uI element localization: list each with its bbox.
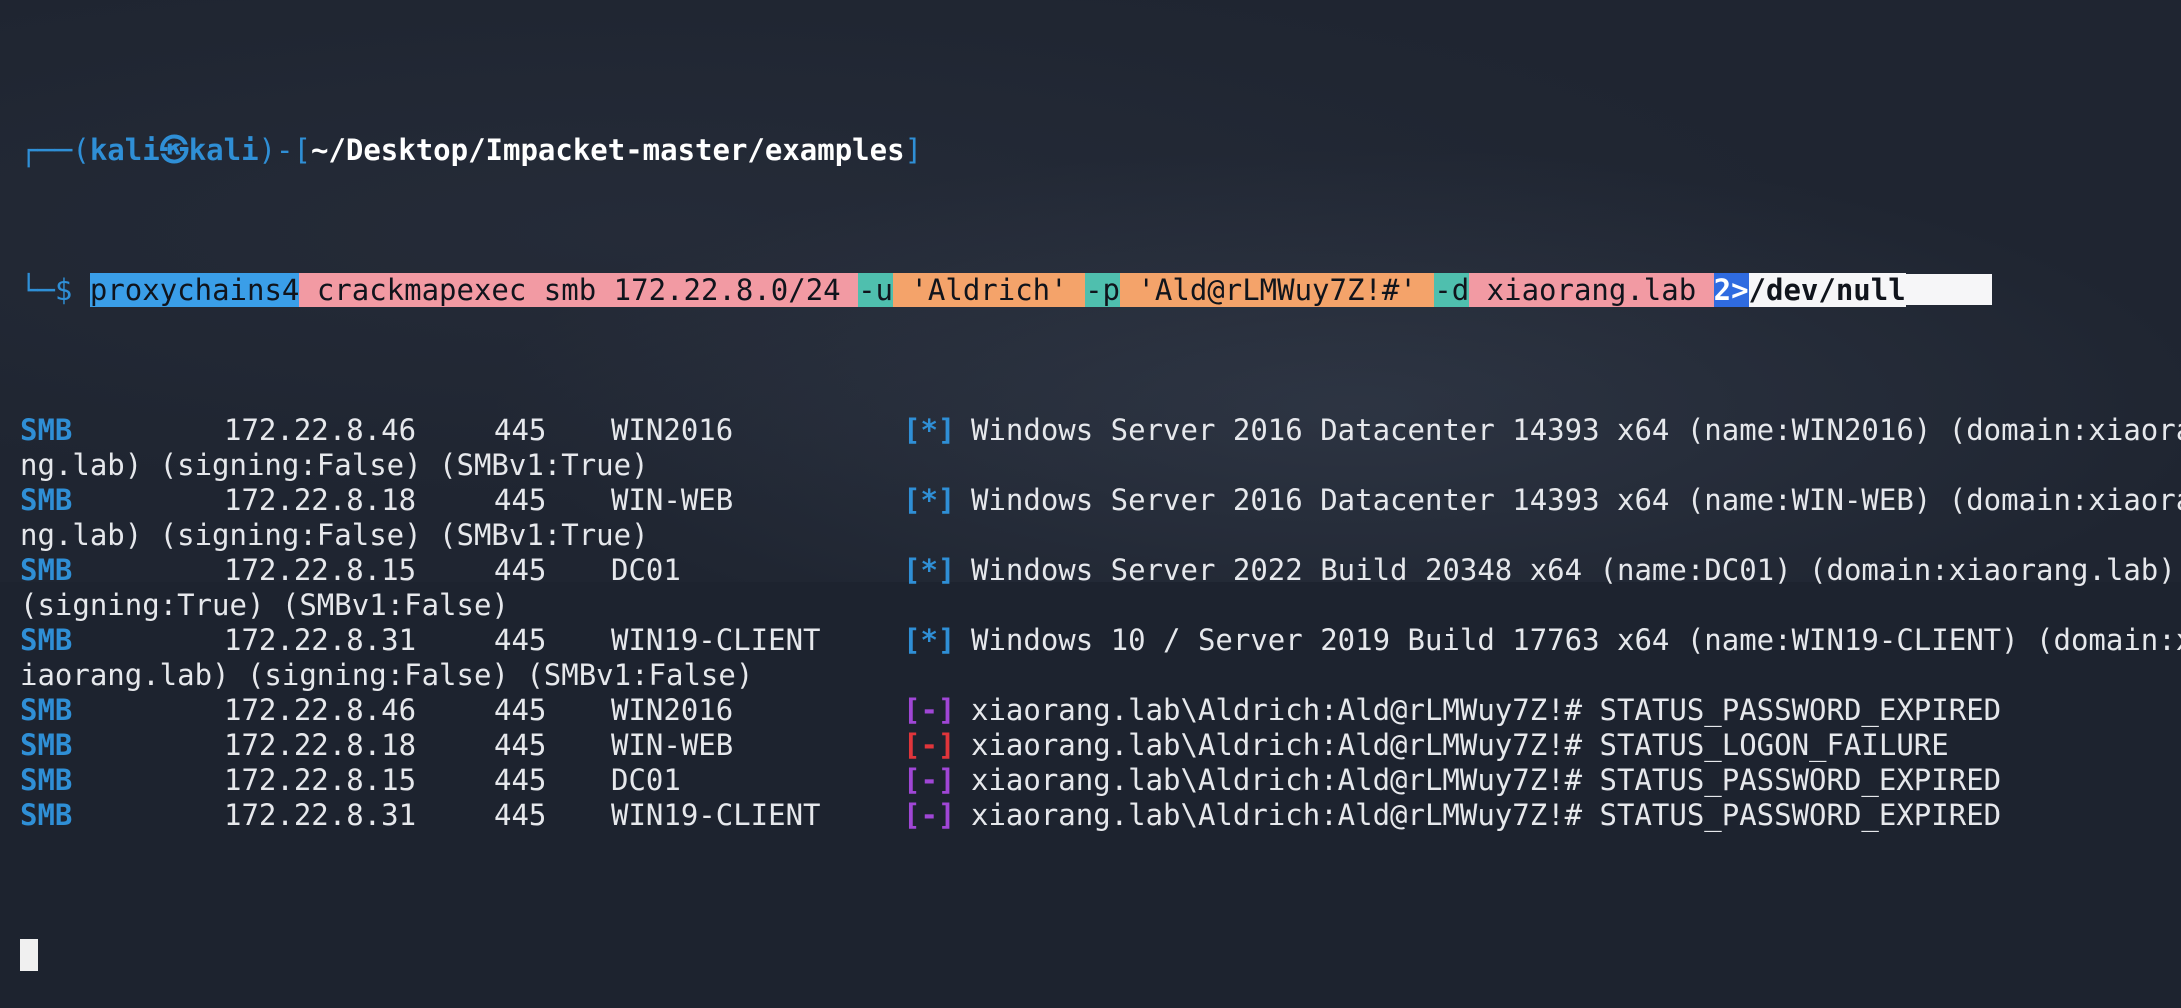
devnull-target: /dev/null	[1748, 273, 1906, 307]
prompt-frame-right: ]	[904, 133, 923, 167]
selection-highlight	[1905, 274, 1992, 305]
output-row: SMB 172.22.8.31 445 WIN19-CLIENT [-] xiaorang…	[20, 798, 2170, 833]
prompt-frame-mid: )-[	[258, 133, 311, 167]
ip-address: 172.22.8.15	[224, 763, 417, 797]
output-row: SMB 172.22.8.46 445 WIN2016 [-] xiaorang.lab\…	[20, 693, 2170, 728]
protocol-label: SMB	[20, 553, 73, 587]
user-value: 'Aldrich'	[893, 273, 1086, 307]
port-number: 445	[494, 553, 547, 587]
prompt-line-top: ┌──(kali㉿kali)-[~/Desktop/Impacket-maste…	[20, 133, 2170, 168]
status-tag: [*]	[903, 553, 956, 587]
protocol-label: SMB	[20, 483, 73, 517]
domain-value: xiaorang.lab	[1469, 273, 1714, 307]
prompt-frame-left: ┌──(	[20, 133, 90, 167]
port-number: 445	[494, 763, 547, 797]
cursor-line[interactable]	[20, 938, 2170, 973]
output-text-wrap: ng.lab) (signing:False) (SMBv1:True)	[20, 448, 649, 482]
hostname: WIN19-CLIENT	[611, 623, 821, 657]
ip-address: 172.22.8.31	[224, 623, 417, 657]
port-number: 445	[494, 728, 547, 762]
status-tag: [-]	[903, 728, 956, 762]
hostname: WIN-WEB	[611, 483, 734, 517]
protocol-label: SMB	[20, 623, 73, 657]
ip-address: 172.22.8.18	[224, 483, 417, 517]
output-text: xiaorang.lab\Aldrich:Ald@rLMWuy7Z!# STAT…	[971, 693, 2002, 727]
output-text-wrap: iaorang.lab) (signing:False) (SMBv1:Fals…	[20, 658, 754, 692]
terminal-cursor	[20, 939, 38, 971]
ip-address: 172.22.8.31	[224, 798, 417, 832]
protocol-label: SMB	[20, 413, 73, 447]
output-text: Windows 10 / Server 2019 Build 17763 x64…	[971, 623, 2181, 657]
command-args: crackmapexec smb 172.22.8.0/24	[299, 273, 859, 307]
hostname: WIN2016	[611, 413, 734, 447]
output-text: xiaorang.lab\Aldrich:Ald@rLMWuy7Z!# STAT…	[971, 798, 2002, 832]
flag-password: -p	[1085, 273, 1120, 307]
output-row: SMB 172.22.8.18 445 WIN-WEB [-] xiaorang.lab\…	[20, 728, 2170, 763]
output-row: SMB 172.22.8.31 445 WIN19-CLIENT [*] Windows …	[20, 623, 2181, 658]
status-tag: [*]	[903, 623, 956, 657]
hostname: DC01	[611, 553, 681, 587]
password-value: 'Ald@rLMWuy7Z!#'	[1119, 273, 1435, 307]
output-text-wrap: ng.lab) (signing:False) (SMBv1:True)	[20, 518, 649, 552]
prompt-at-icon: ㉿	[159, 133, 189, 167]
status-tag: [*]	[903, 413, 956, 447]
prompt-host: kali	[188, 133, 259, 167]
flag-user: -u	[858, 273, 893, 307]
status-tag: [-]	[903, 763, 956, 797]
status-tag: [*]	[903, 483, 956, 517]
port-number: 445	[494, 798, 547, 832]
output-row-wrap: (signing:True) (SMBv1:False)	[20, 588, 2170, 623]
output-text: xiaorang.lab\Aldrich:Ald@rLMWuy7Z!# STAT…	[971, 728, 1949, 762]
hostname: WIN19-CLIENT	[611, 798, 821, 832]
output-text: xiaorang.lab\Aldrich:Ald@rLMWuy7Z!# STAT…	[971, 763, 2002, 797]
command-line[interactable]: └─$ proxychains4 crackmapexec smb 172.22…	[20, 273, 2170, 308]
ip-address: 172.22.8.18	[224, 728, 417, 762]
ip-address: 172.22.8.46	[224, 693, 417, 727]
port-number: 445	[494, 413, 547, 447]
protocol-label: SMB	[20, 693, 73, 727]
output-row: SMB 172.22.8.46 445 WIN2016 [*] Windows Serve…	[20, 413, 2181, 448]
output-row-wrap: ng.lab) (signing:False) (SMBv1:True)	[20, 448, 2170, 483]
output-row: SMB 172.22.8.15 445 DC01 [-] xiaorang.lab\Ald…	[20, 763, 2170, 798]
protocol-label: SMB	[20, 798, 73, 832]
prompt-user: kali	[89, 133, 160, 167]
hostname: WIN-WEB	[611, 728, 734, 762]
command-output: SMB 172.22.8.46 445 WIN2016 [*] Windows Serve…	[20, 413, 2181, 833]
command-name: proxychains4	[89, 273, 300, 307]
prompt-cwd: ~/Desktop/Impacket-master/examples	[310, 133, 905, 167]
output-text-wrap: (signing:True) (SMBv1:False)	[20, 588, 509, 622]
status-tag: [-]	[903, 693, 956, 727]
prompt-dollar: $	[54, 273, 73, 307]
output-text: Windows Server 2016 Datacenter 14393 x64…	[971, 413, 2181, 447]
protocol-label: SMB	[20, 728, 73, 762]
output-text: Windows Server 2016 Datacenter 14393 x64…	[971, 483, 2181, 517]
output-row: SMB 172.22.8.18 445 WIN-WEB [*] Windows Serve…	[20, 483, 2181, 518]
hostname: DC01	[611, 763, 681, 797]
ip-address: 172.22.8.15	[224, 553, 417, 587]
terminal-window[interactable]: ┌──(kali㉿kali)-[~/Desktop/Impacket-maste…	[20, 28, 2181, 1008]
hostname: WIN2016	[611, 693, 734, 727]
flag-domain: -d	[1434, 273, 1470, 307]
protocol-label: SMB	[20, 763, 73, 797]
port-number: 445	[494, 483, 547, 517]
port-number: 445	[494, 623, 547, 657]
output-row: SMB 172.22.8.15 445 DC01 [*] Windows Server 2…	[20, 553, 2176, 588]
stderr-redirect: 2>	[1713, 273, 1749, 307]
output-row-wrap: ng.lab) (signing:False) (SMBv1:True)	[20, 518, 2170, 553]
prompt-frame-bottom: └─	[20, 273, 55, 307]
output-row-wrap: iaorang.lab) (signing:False) (SMBv1:Fals…	[20, 658, 2170, 693]
status-tag: [-]	[903, 798, 956, 832]
port-number: 445	[494, 693, 547, 727]
ip-address: 172.22.8.46	[224, 413, 417, 447]
